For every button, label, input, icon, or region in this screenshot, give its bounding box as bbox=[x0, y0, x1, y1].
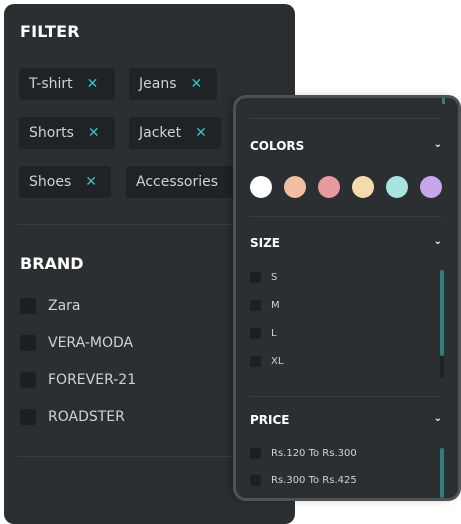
brand-option-roadster[interactable]: ROADSTER bbox=[20, 409, 125, 425]
brand-checkbox[interactable] bbox=[20, 335, 36, 351]
filter-title: FILTER bbox=[20, 22, 80, 41]
color-swatch-aqua[interactable] bbox=[386, 176, 408, 198]
scroll-indicator bbox=[442, 98, 445, 104]
size-header[interactable]: SIZE ⌄ bbox=[250, 236, 442, 250]
chip-label: Jeans bbox=[139, 76, 177, 92]
size-label: L bbox=[271, 328, 277, 339]
size-checkbox[interactable] bbox=[250, 272, 261, 283]
chip-label: T-shirt bbox=[29, 76, 73, 92]
brand-option-forever-21[interactable]: FOREVER-21 bbox=[20, 372, 136, 388]
color-swatch-cream[interactable] bbox=[352, 176, 374, 198]
brand-checkbox[interactable] bbox=[20, 372, 36, 388]
price-label: Rs.300 To Rs.425 bbox=[271, 475, 357, 486]
size-checkbox[interactable] bbox=[250, 300, 261, 311]
section-divider bbox=[18, 224, 258, 225]
price-label: Rs.120 To Rs.300 bbox=[271, 448, 357, 459]
colors-title: COLORS bbox=[250, 139, 305, 153]
chip-label: Jacket bbox=[139, 125, 182, 141]
chip-jacket[interactable]: Jacket ✕ bbox=[129, 117, 221, 149]
remove-chip-icon[interactable]: ✕ bbox=[191, 76, 203, 92]
chip-label: Shorts bbox=[29, 125, 74, 141]
size-label: XL bbox=[271, 356, 284, 367]
chip-t-shirt[interactable]: T-shirt ✕ bbox=[19, 68, 115, 100]
price-title: PRICE bbox=[250, 413, 290, 427]
chip-label: Shoes bbox=[29, 174, 72, 190]
brand-checkbox[interactable] bbox=[20, 298, 36, 314]
size-scrollbar[interactable] bbox=[440, 270, 444, 378]
color-swatch-white[interactable] bbox=[250, 176, 272, 198]
price-option-120-300[interactable]: Rs.120 To Rs.300 bbox=[250, 448, 357, 459]
brand-title: BRAND bbox=[20, 254, 84, 273]
color-swatch-lavender[interactable] bbox=[420, 176, 442, 198]
size-checkbox[interactable] bbox=[250, 328, 261, 339]
section-divider bbox=[250, 216, 442, 217]
section-divider bbox=[18, 456, 258, 457]
size-label: S bbox=[271, 272, 278, 283]
brand-label: Zara bbox=[48, 298, 81, 314]
chevron-down-icon[interactable]: ⌄ bbox=[434, 413, 442, 427]
chevron-down-icon[interactable]: ⌄ bbox=[434, 236, 442, 250]
price-scrollbar-thumb[interactable] bbox=[440, 448, 444, 498]
size-option-s[interactable]: S bbox=[250, 272, 277, 283]
filter-popup-panel: COLORS ⌄ SIZE ⌄ S M L XL PRICE ⌄ Rs.120 … bbox=[236, 98, 458, 498]
chip-shoes[interactable]: Shoes ✕ bbox=[19, 166, 111, 198]
remove-chip-icon[interactable]: ✕ bbox=[85, 174, 97, 190]
chip-label: Accessories bbox=[136, 174, 219, 190]
colors-header[interactable]: COLORS ⌄ bbox=[250, 139, 442, 153]
size-option-xl[interactable]: XL bbox=[250, 356, 283, 367]
brand-label: ROADSTER bbox=[48, 409, 125, 425]
price-checkbox[interactable] bbox=[250, 448, 261, 459]
price-scrollbar[interactable] bbox=[440, 448, 444, 498]
price-checkbox[interactable] bbox=[250, 475, 261, 486]
chip-jeans[interactable]: Jeans ✕ bbox=[129, 68, 217, 100]
chip-shorts[interactable]: Shorts ✕ bbox=[19, 117, 115, 149]
remove-chip-icon[interactable]: ✕ bbox=[88, 125, 100, 141]
color-swatch-pink[interactable] bbox=[318, 176, 340, 198]
brand-option-vera-moda[interactable]: VERA-MODA bbox=[20, 335, 133, 351]
size-option-l[interactable]: L bbox=[250, 328, 277, 339]
price-header[interactable]: PRICE ⌄ bbox=[250, 413, 442, 427]
size-scrollbar-thumb[interactable] bbox=[440, 270, 444, 356]
remove-chip-icon[interactable]: ✕ bbox=[195, 125, 207, 141]
price-option-300-425[interactable]: Rs.300 To Rs.425 bbox=[250, 475, 357, 486]
brand-checkbox[interactable] bbox=[20, 409, 36, 425]
size-label: M bbox=[271, 300, 280, 311]
section-divider bbox=[250, 118, 442, 119]
remove-chip-icon[interactable]: ✕ bbox=[87, 76, 99, 92]
chevron-down-icon[interactable]: ⌄ bbox=[434, 139, 442, 153]
section-divider bbox=[250, 396, 442, 397]
brand-label: FOREVER-21 bbox=[48, 372, 137, 388]
brand-label: VERA-MODA bbox=[48, 335, 134, 351]
color-swatch-peach[interactable] bbox=[284, 176, 306, 198]
size-option-m[interactable]: M bbox=[250, 300, 280, 311]
size-checkbox[interactable] bbox=[250, 356, 261, 367]
size-title: SIZE bbox=[250, 236, 281, 250]
brand-option-zara[interactable]: Zara bbox=[20, 298, 81, 314]
